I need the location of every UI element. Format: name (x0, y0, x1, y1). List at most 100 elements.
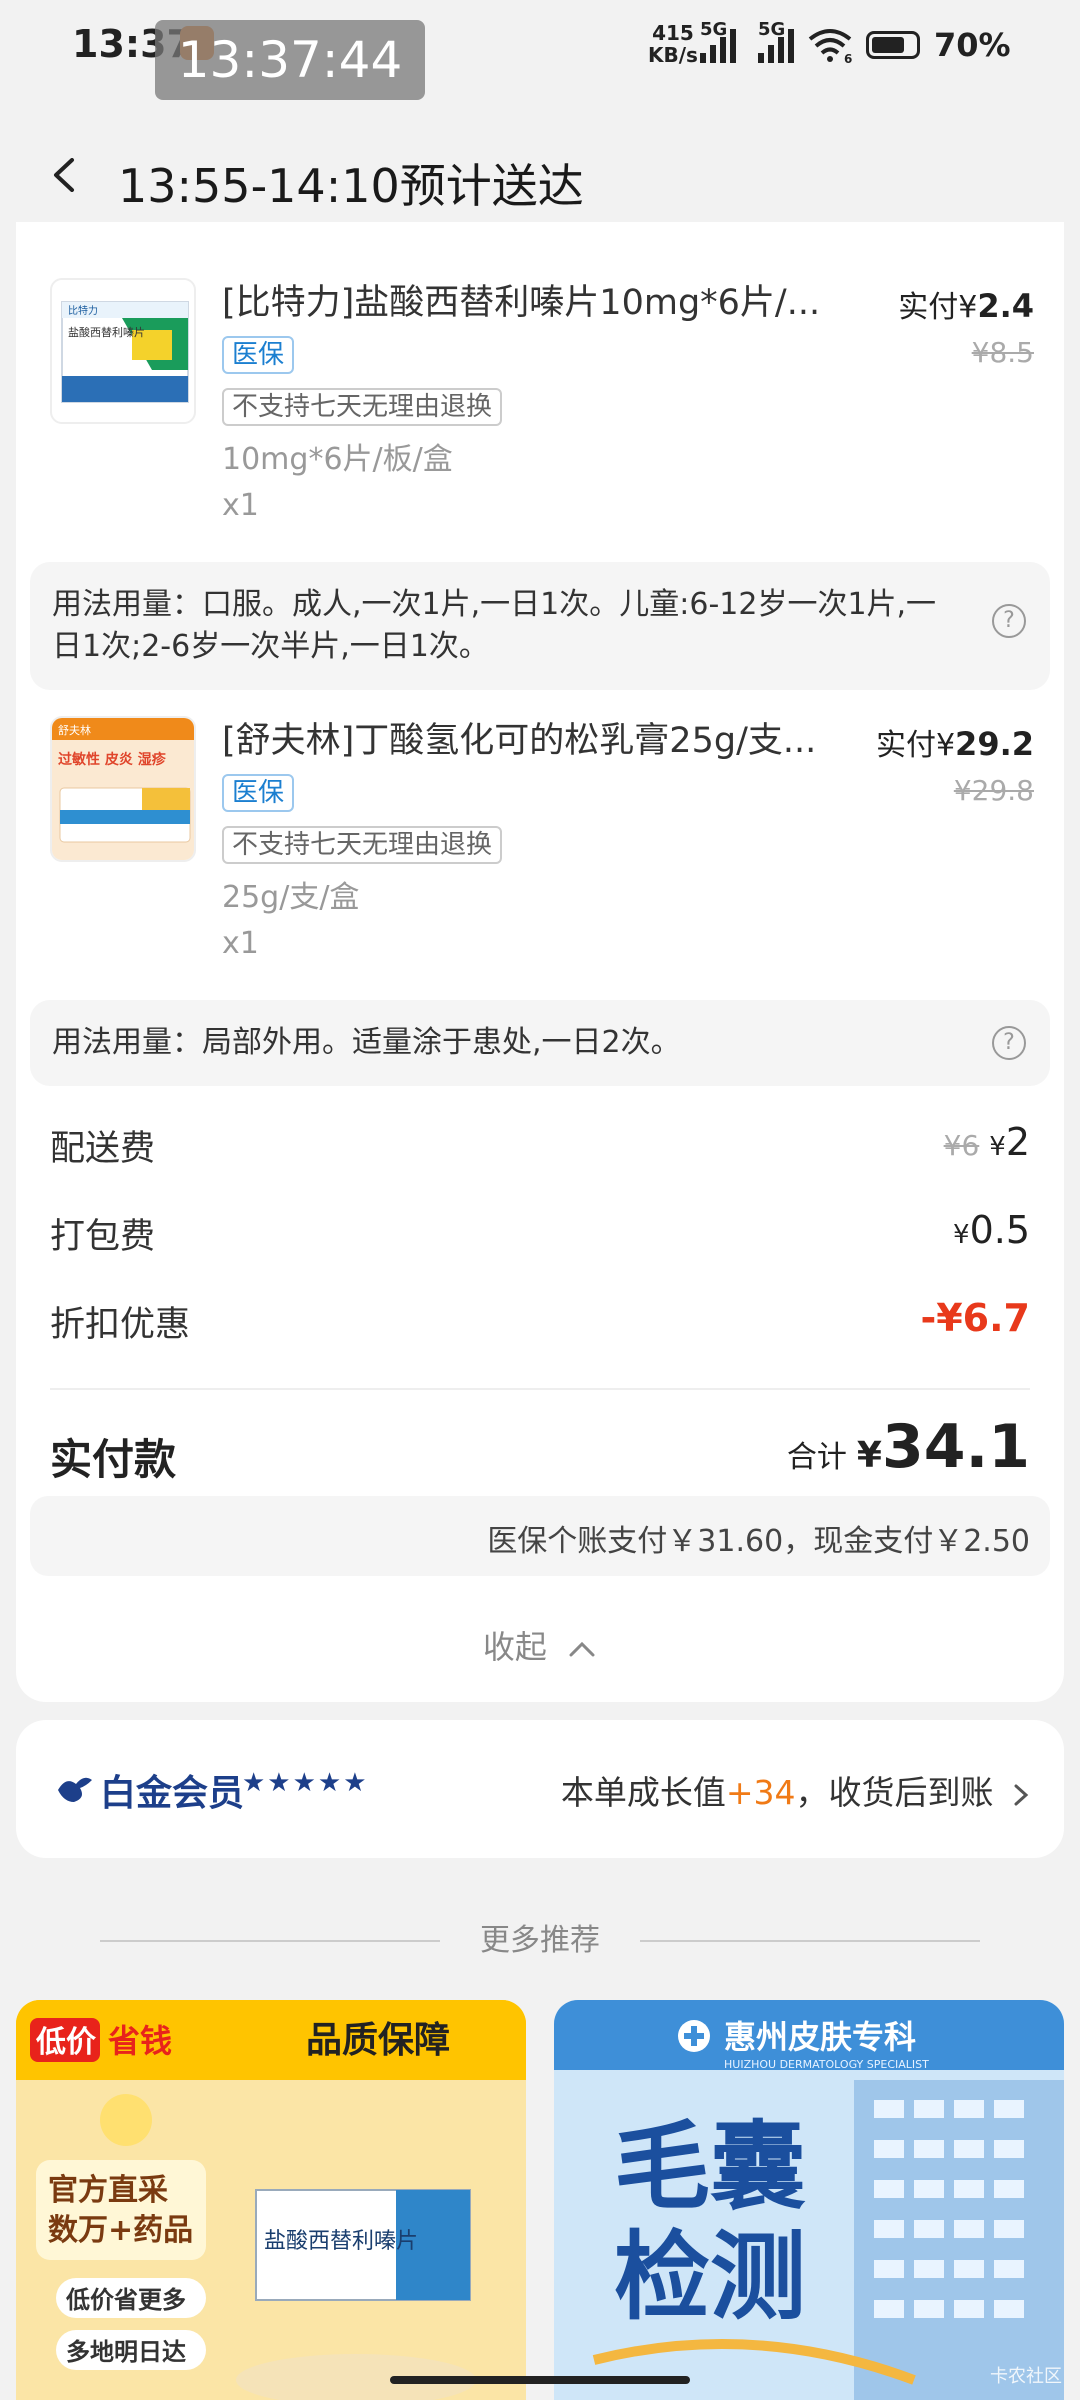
insurance-split-text: 医保个账支付￥31.60，现金支付￥2.50 (487, 1524, 1030, 1559)
product-spec: 25g/支/盒 (222, 880, 360, 915)
signal-2-label: 5G (758, 19, 786, 40)
back-arrow-icon[interactable] (48, 158, 82, 192)
growth-info[interactable]: 本单成长值+34，收货后到账 (561, 1766, 1030, 1814)
watermark: 卡农社区 (990, 2366, 1062, 2387)
membership-card[interactable]: 白金会员 ★★★★★ 本单成长值+34，收货后到账 (16, 1720, 1064, 1858)
reco-right-subtitle: HUIZHOU DERMATOLOGY SPECIALIST (724, 2058, 929, 2071)
wifi-label: 6 (844, 52, 852, 63)
divider (50, 1388, 1030, 1390)
home-indicator[interactable] (390, 2376, 690, 2384)
product-name[interactable]: [舒夫林]丁酸氢化可的松乳膏25g/支... (222, 712, 832, 763)
product-thumbnail[interactable]: 舒夫林 过敏性 皮炎 湿疹 (50, 716, 196, 862)
battery-percent: 70% (934, 26, 1011, 64)
signal-1-label: 5G (700, 19, 728, 40)
currency-symbol: ¥ (953, 1220, 970, 1250)
paid-price: 实付¥2.4 (898, 282, 1034, 326)
insurance-split-box: 医保个账支付￥31.60，现金支付￥2.50 (30, 1496, 1050, 1576)
usage-text: 用法用量：口服。成人,一次1片,一日1次。儿童:6-12岁一次1片,一日1次;2… (52, 587, 937, 664)
reco-left-headline: 品质保障 (306, 2020, 450, 2061)
payment-label: 实付款 (50, 1435, 177, 1484)
thumb-drug: 盐酸西替利嗪片 (68, 325, 145, 339)
page-title: 13:55-14:10预计送达 (118, 159, 584, 213)
currency-symbol: ¥ (989, 1132, 1006, 1162)
status-bar: 13:37 13:37:44 415 KB/s 5G 5G 6 70% (0, 0, 1080, 110)
growth-suffix: ，收货后到账 (795, 1773, 994, 1812)
usage-instructions: 用法用量：口服。成人,一次1片,一日1次。儿童:6-12岁一次1片,一日1次;2… (30, 562, 1050, 690)
reco-right-big2: 检测 (614, 2221, 806, 2333)
product-quantity: x1 (222, 926, 259, 961)
reco-left-pill1: 低价省更多 (65, 2286, 186, 2314)
reco-left-line2: 数万+药品 (48, 2213, 193, 2248)
product-name[interactable]: [比特力]盐酸西替利嗪片10mg*6片/... (222, 274, 832, 325)
growth-value: +34 (725, 1773, 796, 1812)
status-icons: 5G 5G 6 70% (700, 19, 1011, 70)
return-policy-tag: 不支持七天无理由退换 (222, 388, 503, 426)
discount-label: 折扣优惠 (50, 1305, 191, 1345)
screen-recording-timer: 13:37:44 (155, 20, 425, 100)
product-spec: 10mg*6片/板/盒 (222, 442, 453, 477)
paid-label: 实付¥ (875, 728, 956, 763)
signal-1-icon: 5G (700, 19, 736, 63)
paid-value: 2.4 (977, 287, 1034, 325)
delivery-fee-amount: 2 (1005, 1120, 1030, 1164)
wifi-icon: 6 (808, 29, 852, 63)
chevron-right-icon (1014, 1784, 1029, 1805)
recommend-title: 更多推荐 (480, 1923, 600, 1958)
thumb-brand: 舒夫林 (58, 723, 91, 737)
network-speed-unit: KB/s (648, 43, 698, 67)
product-thumbnail[interactable]: 比特力 盐酸西替利嗪片 (50, 278, 196, 424)
original-price: ¥8.5 (971, 336, 1034, 369)
recommend-card-left[interactable]: 低价 省钱 品质保障 官方直采 数万+药品 低价省更多 多地明日达 盐酸西替利嗪… (16, 2000, 526, 2400)
paid-value: 29.2 (955, 725, 1034, 763)
packing-fee-value: ¥0.5 (953, 1208, 1030, 1252)
discount-row: 折扣优惠 -¥6.7 (50, 1296, 1030, 1356)
paid-label: 实付¥ (898, 290, 978, 325)
packing-fee-row: 打包费 ¥0.5 (50, 1208, 1030, 1268)
total-value: 34.1 (881, 1412, 1030, 1482)
usage-text: 用法用量：局部外用。适量涂于患处,一日2次。 (52, 1025, 681, 1060)
network-speed: 415 KB/s (648, 22, 698, 66)
battery-icon (866, 31, 920, 59)
growth-prefix: 本单成长值 (560, 1773, 726, 1812)
collapse-label: 收起 (482, 1628, 547, 1666)
product-quantity: x1 (222, 488, 259, 523)
packing-fee-label: 打包费 (50, 1217, 156, 1257)
network-speed-value: 415 (652, 21, 694, 45)
reco-left-badge2: 省钱 (108, 2022, 172, 2060)
delivery-fee-value: ¥6 ¥2 (944, 1120, 1030, 1164)
delivery-fee-row: 配送费 ¥6 ¥2 (50, 1120, 1030, 1180)
paid-price: 实付¥29.2 (876, 720, 1034, 764)
divider-right (640, 1940, 980, 1942)
total-amount: 合计 ¥34.1 (787, 1412, 1030, 1482)
help-icon[interactable]: ? (992, 604, 1026, 638)
membership-bird-icon (58, 1777, 92, 1802)
header: 13:55-14:10预计送达 (0, 110, 1080, 230)
order-detail-card: 比特力 盐酸西替利嗪片 [比特力]盐酸西替利嗪片10mg*6片/... 医保 不… (16, 222, 1064, 1702)
collapse-button[interactable]: 收起 (16, 1622, 1064, 1668)
discount-value: -¥6.7 (920, 1296, 1030, 1340)
delivery-fee-original: ¥6 (943, 1129, 980, 1162)
help-icon[interactable]: ? (992, 1026, 1026, 1060)
chevron-up-icon (569, 1641, 595, 1657)
reco-left-line1: 官方直采 (48, 2173, 168, 2208)
insurance-tag: 医保 (222, 336, 295, 374)
delivery-fee-label: 配送费 (50, 1129, 156, 1169)
membership-stars: ★★★★★ (242, 1768, 369, 1798)
reco-right-banner: 惠州皮肤专科 (724, 2018, 916, 2056)
total-prefix: 合计 (786, 1440, 847, 1475)
reco-left-badge: 低价 (35, 2025, 96, 2060)
membership-name: 白金会员 (100, 1773, 245, 1814)
usage-instructions: 用法用量：局部外用。适量涂于患处,一日2次。 ? (30, 1000, 1050, 1086)
packing-fee-amount: 0.5 (969, 1208, 1030, 1252)
reco-right-big1: 毛囊 (614, 2111, 806, 2223)
thumb-brand: 比特力 (68, 304, 98, 317)
insurance-tag: 医保 (222, 774, 295, 812)
return-policy-tag: 不支持七天无理由退换 (222, 826, 503, 864)
total-currency: ¥ (856, 1435, 882, 1476)
reco-left-box: 盐酸西替利嗪片 (264, 2229, 418, 2254)
reco-left-pill2: 多地明日达 (66, 2338, 186, 2366)
original-price: ¥29.8 (953, 774, 1034, 807)
signal-2-icon: 5G (758, 19, 794, 63)
thumb-drug: 过敏性 皮炎 湿疹 (58, 751, 167, 768)
recommend-card-right[interactable]: 惠州皮肤专科 HUIZHOU DERMATOLOGY SPECIALIST 毛囊… (554, 2000, 1064, 2400)
